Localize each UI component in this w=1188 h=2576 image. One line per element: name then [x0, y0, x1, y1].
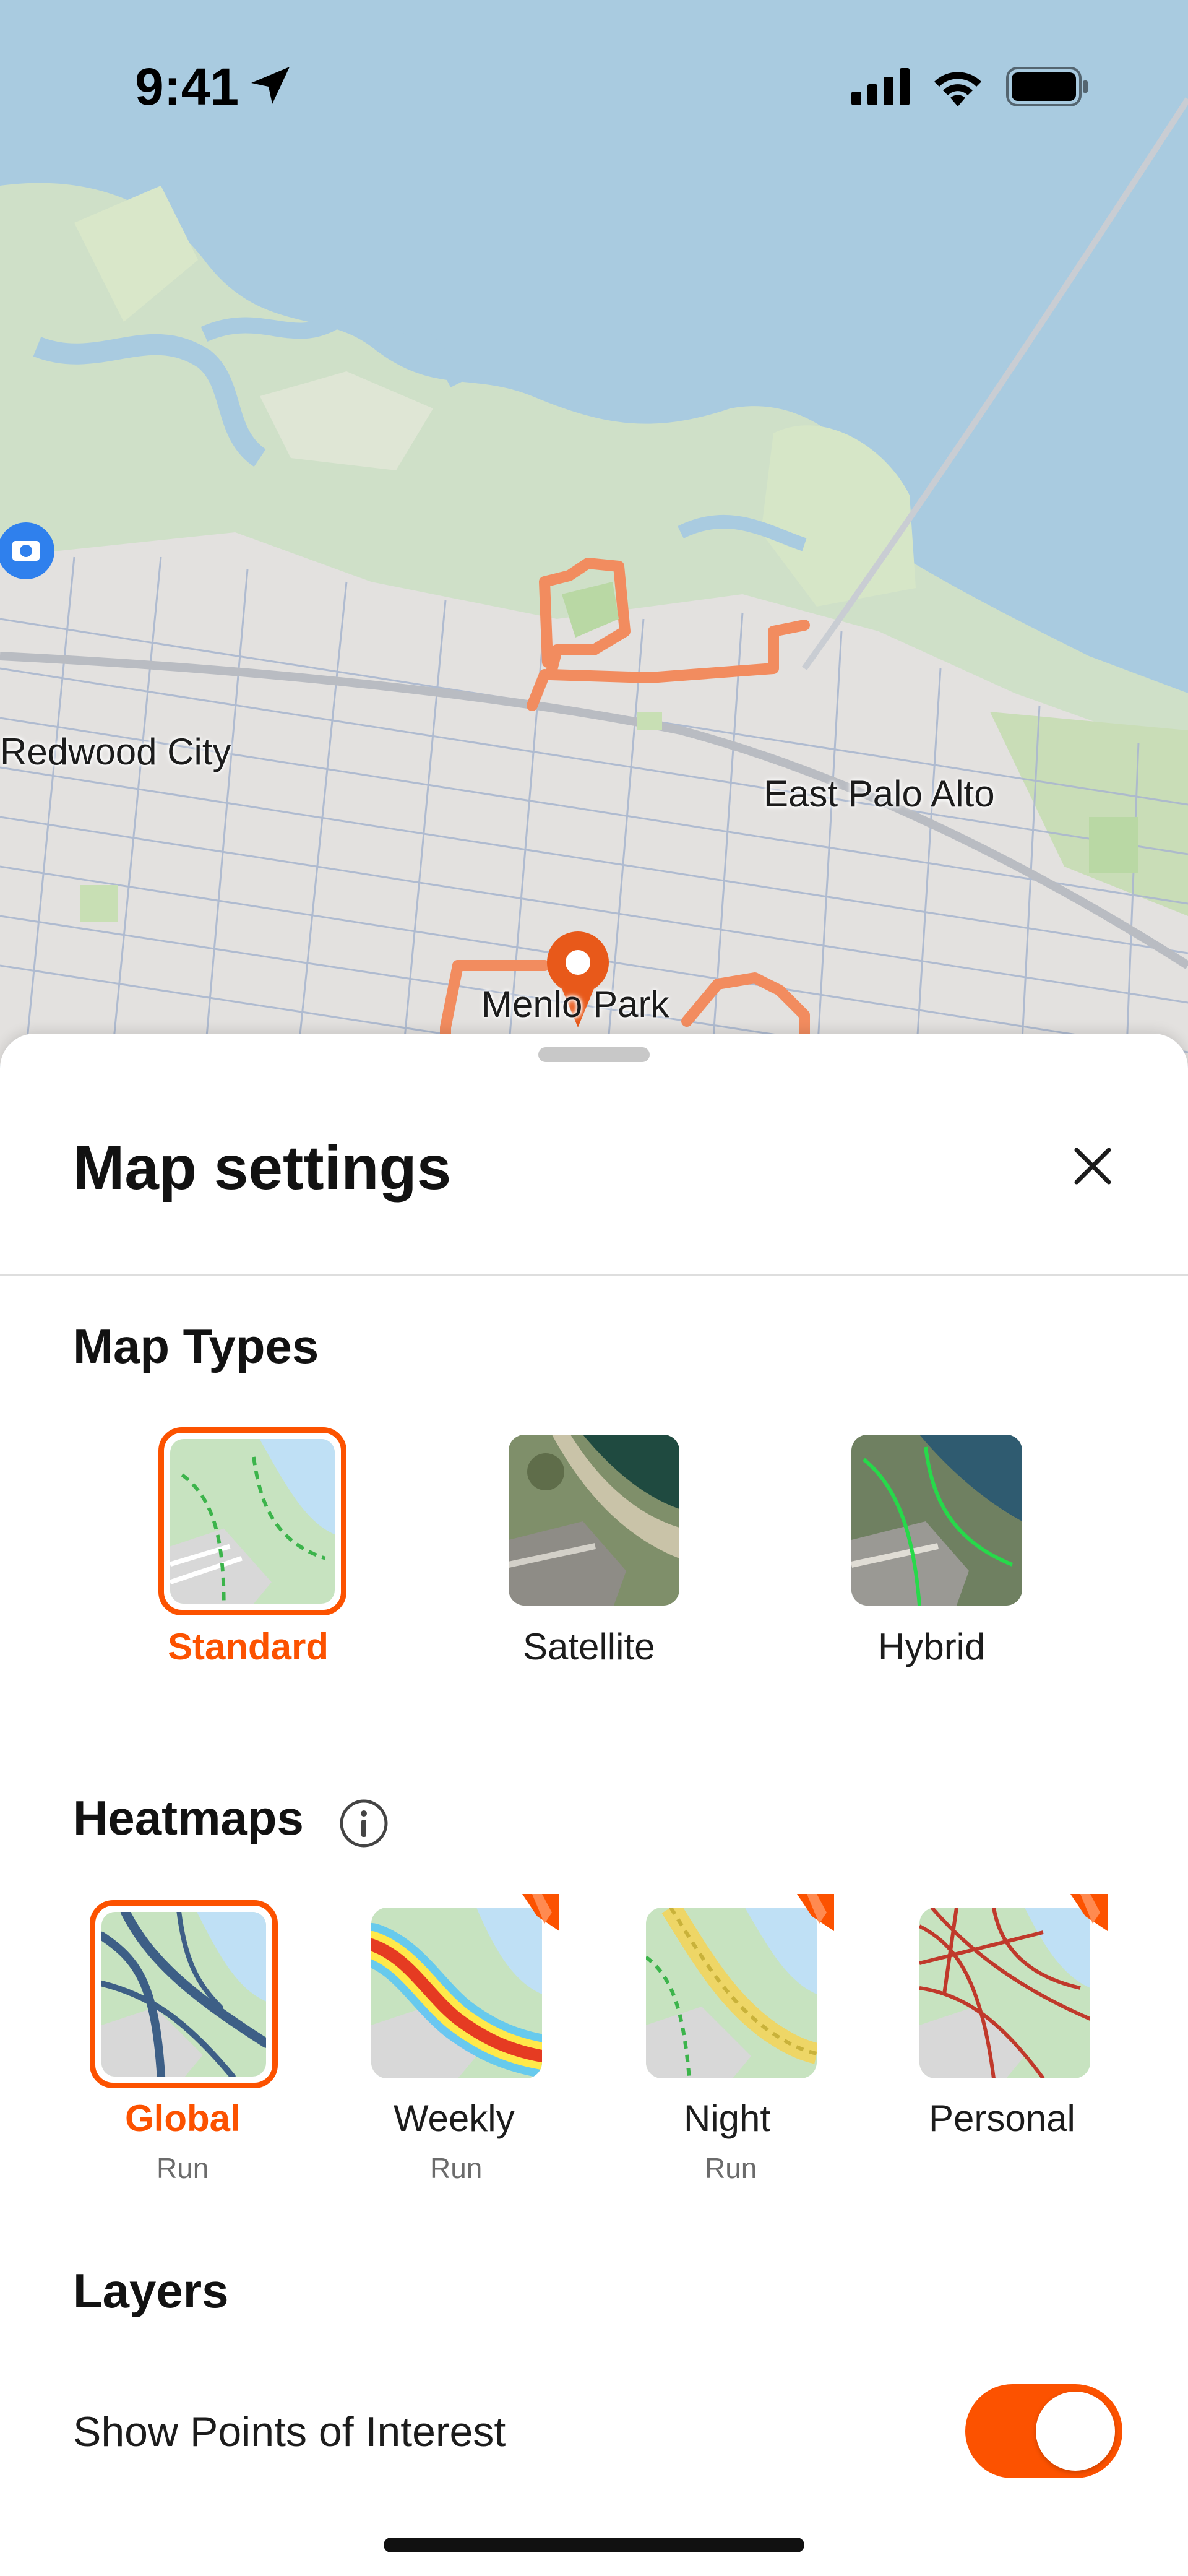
- map-view[interactable]: Redwood City East Palo Alto Menlo Park: [0, 0, 1188, 1065]
- close-button[interactable]: [1062, 1135, 1124, 1197]
- heatmaps-info-button[interactable]: [337, 1796, 391, 1851]
- place-label-east-palo-alto: East Palo Alto: [764, 773, 995, 815]
- heatmap-label: Global: [125, 2098, 241, 2139]
- premium-badge-icon: [522, 1894, 559, 1931]
- place-label-menlo-park: Menlo Park: [481, 983, 669, 1025]
- close-icon: [1074, 1148, 1111, 1185]
- map-type-label: Hybrid: [878, 1626, 986, 1667]
- heatmap-sublabel: Run: [157, 2152, 209, 2184]
- layers-title: Layers: [73, 2263, 229, 2318]
- battery-icon: [1006, 67, 1088, 106]
- heatmap-label: Weekly: [394, 2098, 515, 2139]
- wifi-icon: [934, 72, 981, 106]
- cellular-signal-icon: [851, 68, 910, 105]
- map-types-title: Map Types: [73, 1319, 319, 1373]
- sheet-title: Map settings: [73, 1133, 452, 1203]
- info-icon: [340, 1799, 388, 1848]
- map-type-label: Standard: [168, 1626, 329, 1667]
- toggle-knob: [1036, 2392, 1115, 2471]
- heatmap-sublabel: Run: [430, 2152, 483, 2184]
- home-indicator[interactable]: [384, 2538, 804, 2552]
- heatmap-sublabel: Run: [705, 2152, 757, 2184]
- heatmap-label: Night: [684, 2098, 771, 2139]
- heatmap-label: Personal: [929, 2098, 1075, 2139]
- premium-badge-icon: [797, 1894, 834, 1931]
- hybrid-map-thumbnail: [851, 1435, 1022, 1606]
- header-divider: [0, 1274, 1188, 1276]
- status-time: 9:41: [135, 58, 239, 116]
- heatmaps-title: Heatmaps: [73, 1791, 304, 1845]
- location-arrow-icon: [251, 67, 290, 104]
- premium-badge-icon: [1070, 1894, 1108, 1931]
- standard-map-thumbnail: [170, 1439, 335, 1604]
- poi-label: Show Points of Interest: [73, 2408, 506, 2455]
- map-background: [0, 0, 1188, 1065]
- poi-toggle[interactable]: [965, 2384, 1122, 2478]
- status-bar: 9:41: [0, 0, 1188, 116]
- place-label-redwood-city: Redwood City: [0, 731, 231, 772]
- map-type-label: Satellite: [523, 1626, 655, 1667]
- global-heatmap-thumbnail: [101, 1912, 266, 2077]
- satellite-map-thumbnail: [509, 1435, 679, 1606]
- sheet-grabber[interactable]: [538, 1047, 650, 1062]
